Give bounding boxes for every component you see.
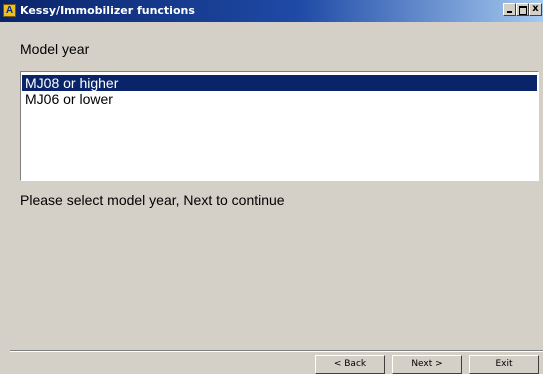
list-item-mj08-or-higher[interactable]: MJ08 or higher bbox=[22, 75, 537, 91]
maximize-button[interactable] bbox=[516, 3, 529, 16]
back-button[interactable]: < Back bbox=[315, 355, 385, 374]
title-bar[interactable]: A Kessy/Immobilizer functions x bbox=[0, 0, 543, 22]
model-year-listbox[interactable]: MJ08 or higher MJ06 or lower bbox=[20, 71, 539, 181]
minimize-button[interactable] bbox=[503, 3, 516, 16]
exit-button[interactable]: Exit bbox=[469, 355, 539, 374]
list-item-mj06-or-lower[interactable]: MJ06 or lower bbox=[22, 91, 537, 107]
close-button[interactable]: x bbox=[529, 3, 542, 16]
maximize-icon bbox=[519, 6, 527, 15]
button-separator bbox=[10, 350, 543, 352]
close-icon: x bbox=[532, 3, 539, 14]
next-button[interactable]: Next > bbox=[392, 355, 462, 374]
model-year-label: Model year bbox=[20, 41, 90, 57]
app-icon[interactable]: A bbox=[3, 4, 16, 17]
instruction-text: Please select model year, Next to contin… bbox=[20, 192, 285, 208]
window-title: Kessy/Immobilizer functions bbox=[20, 4, 195, 17]
minimize-icon bbox=[507, 11, 512, 13]
